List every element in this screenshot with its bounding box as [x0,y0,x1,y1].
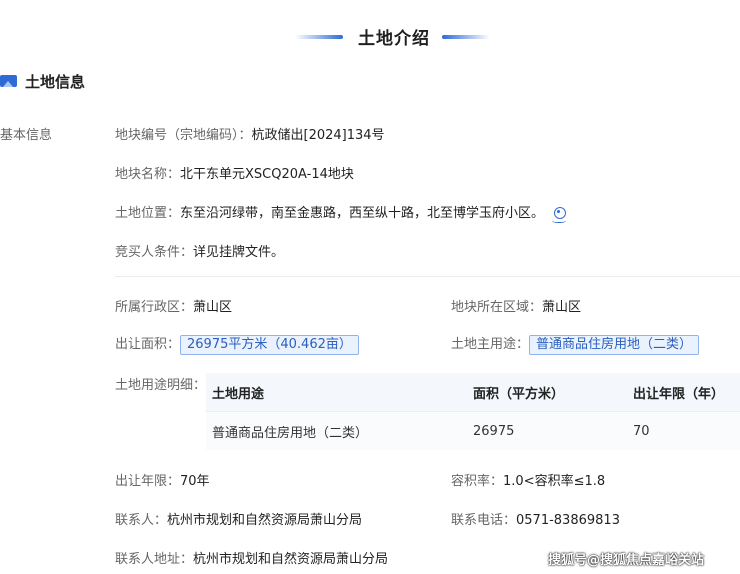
table-row: 普通商品住房用地（二类） 26975 70 [206,411,740,450]
table-cell-use: 普通商品住房用地（二类） [206,411,467,450]
parcel-name-value: 北干东单元XSCQ20A-14地块 [180,167,354,182]
address-label: 联系人地址： [115,552,194,567]
table-header-term: 出让年限（年） [627,373,740,412]
watermark: 搜狐号@搜狐焦点嘉峪关站 [548,553,705,568]
phone-row: 联系电话：0571-83869813 [451,509,620,528]
location-row: 土地位置：东至沿河绿带，南至金惠路，西至纵十路，北至博学玉府小区。 [115,202,567,223]
parcel-number-value: 杭政储出[2024]134号 [251,128,385,143]
main-use-row: 土地主用途： 普通商品住房用地（二类） [451,333,700,355]
table-cell-area: 26975 [467,411,627,450]
term-label: 出让年限： [115,474,181,489]
term-row: 出让年限：70年 [115,470,210,489]
section-title: 土地信息 [25,72,86,91]
divider [115,276,740,277]
main-use-value: 普通商品住房用地（二类） [529,335,700,355]
table-header-row: 土地用途 面积（平方米） 出让年限（年） [206,373,740,412]
table-header-area: 面积（平方米） [467,373,627,412]
area-value: 26975平方米（40.462亩） [180,335,359,355]
location-pin-icon[interactable] [552,207,567,223]
contact-row: 联系人：杭州市规划和自然资源局萧山分局 [115,509,362,528]
image-icon [0,75,17,87]
address-value: 杭州市规划和自然资源局萧山分局 [193,552,389,567]
term-value: 70年 [180,474,210,489]
main-use-label: 土地主用途： [451,337,530,352]
region-value: 萧山区 [542,300,582,315]
far-label: 容积率： [451,474,504,489]
title-decoration-left [295,35,343,39]
far-row: 容积率：1.0<容积率≤1.8 [451,470,605,489]
address-row: 联系人地址：杭州市规划和自然资源局萧山分局 [115,548,388,567]
parcel-number-label: 地块编号（宗地编码）： [115,128,252,143]
phone-label: 联系电话： [451,513,517,528]
usage-detail-label-text: 土地用途明细： [115,378,207,393]
bidder-value: 详见挂牌文件。 [193,245,285,260]
contact-label: 联系人： [115,513,168,528]
district-value: 萧山区 [193,300,233,315]
district-row: 所属行政区：萧山区 [115,296,232,315]
side-label-basic-info: 基本信息 [0,128,53,143]
area-label: 出让面积： [115,337,181,352]
bidder-row: 竞买人条件：详见挂牌文件。 [115,241,284,260]
region-label: 地块所在区域： [451,300,543,315]
page-title: 土地介绍 [358,29,430,49]
title-decoration-right [442,35,490,39]
region-row: 地块所在区域：萧山区 [451,296,581,315]
table-cell-term: 70 [627,411,740,450]
location-value: 东至沿河绿带，南至金惠路，西至纵十路，北至博学玉府小区。 [180,206,545,221]
contact-value: 杭州市规划和自然资源局萧山分局 [167,513,363,528]
parcel-name-row: 地块名称：北干东单元XSCQ20A-14地块 [115,163,354,182]
table-header-use: 土地用途 [206,373,467,412]
phone-value: 0571-83869813 [516,513,620,528]
far-value: 1.0<容积率≤1.8 [503,474,606,489]
parcel-number-row: 地块编号（宗地编码）：杭政储出[2024]134号 [115,124,385,143]
parcel-name-label: 地块名称： [115,167,181,182]
district-label: 所属行政区： [115,300,194,315]
area-row: 出让面积： 26975平方米（40.462亩） [115,333,359,355]
location-label: 土地位置： [115,206,181,221]
page-title-bar: 土地介绍 [0,24,740,52]
usage-detail-label: 土地用途明细： [115,374,206,393]
bidder-label: 竞买人条件： [115,245,194,260]
usage-table: 土地用途 面积（平方米） 出让年限（年） 普通商品住房用地（二类） 26975 … [206,373,740,450]
section-header: 土地信息 [0,70,85,92]
